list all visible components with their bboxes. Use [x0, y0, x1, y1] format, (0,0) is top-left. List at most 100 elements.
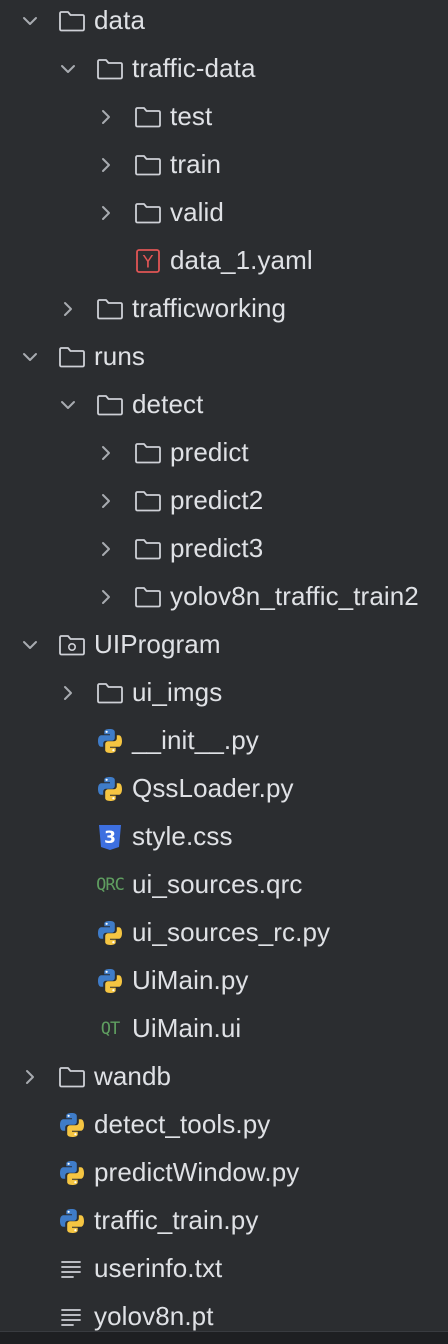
tree-row-folder[interactable]: runs: [0, 333, 448, 381]
chevron-right-icon[interactable]: [18, 1065, 42, 1089]
chevron-right-icon[interactable]: [94, 153, 118, 177]
tree-item-label: style.css: [132, 821, 233, 851]
python-file-icon: [57, 1111, 87, 1139]
tree-row-folder[interactable]: predict2: [0, 477, 448, 525]
folder-icon: [133, 199, 163, 227]
tree-item-label: data: [94, 5, 146, 35]
tree-row-folder[interactable]: predict3: [0, 525, 448, 573]
tree-row-folder[interactable]: test: [0, 93, 448, 141]
python-file-icon: [95, 727, 125, 755]
panel-bottom-edge: [0, 1331, 448, 1344]
folder-icon: [57, 7, 87, 35]
tree-row-folder[interactable]: detect: [0, 381, 448, 429]
chevron-down-icon[interactable]: [18, 633, 42, 657]
tree-item-label: UIProgram: [94, 629, 221, 659]
tree-item-label: yolov8n_traffic_train2: [170, 581, 419, 611]
tree-item-label: wandb: [94, 1061, 172, 1091]
tree-row-folder[interactable]: data: [0, 0, 448, 45]
tree-row-python[interactable]: traffic_train.py: [0, 1197, 448, 1245]
tree-row-qrc[interactable]: QRC ui_sources.qrc: [0, 861, 448, 909]
tree-row-yaml[interactable]: Ydata_1.yaml: [0, 237, 448, 285]
chevron-down-icon[interactable]: [18, 9, 42, 33]
tree-row-folder[interactable]: train: [0, 141, 448, 189]
css-file-icon: 3: [95, 823, 125, 851]
tree-row-package[interactable]: UIProgram: [0, 621, 448, 669]
tree-item-label: detect: [132, 389, 204, 419]
folder-icon: [95, 679, 125, 707]
folder-icon: [133, 439, 163, 467]
folder-icon: [133, 103, 163, 131]
svg-text:3: 3: [104, 828, 116, 848]
tree-row-python[interactable]: predictWindow.py: [0, 1149, 448, 1197]
yaml-file-icon: Y: [133, 247, 163, 275]
folder-icon: [133, 151, 163, 179]
chevron-right-icon[interactable]: [56, 681, 80, 705]
tree-item-label: predict2: [170, 485, 264, 515]
tree-row-qt[interactable]: QT UiMain.ui: [0, 1005, 448, 1053]
folder-icon: [57, 1063, 87, 1091]
python-file-icon: [57, 1159, 87, 1187]
python-file-icon: [95, 775, 125, 803]
folder-icon: [95, 55, 125, 83]
tree-item-label: predict3: [170, 533, 264, 563]
chevron-right-icon[interactable]: [94, 105, 118, 129]
chevron-right-icon[interactable]: [94, 201, 118, 225]
tree-row-text[interactable]: userinfo.txt: [0, 1245, 448, 1293]
tree-item-label: predict: [170, 437, 249, 467]
tree-row-folder[interactable]: yolov8n_traffic_train2: [0, 573, 448, 621]
text-file-icon: [57, 1303, 87, 1331]
chevron-right-icon[interactable]: [94, 537, 118, 561]
tree-item-label: UiMain.py: [132, 965, 249, 995]
chevron-right-icon[interactable]: [56, 297, 80, 321]
tree-row-python[interactable]: QssLoader.py: [0, 765, 448, 813]
tree-item-label: trafficworking: [132, 293, 287, 323]
chevron-down-icon[interactable]: [56, 393, 80, 417]
tree-item-label: data_1.yaml: [170, 245, 313, 275]
chevron-down-icon[interactable]: [56, 57, 80, 81]
tree-item-label: detect_tools.py: [94, 1109, 271, 1139]
python-file-icon: [95, 967, 125, 995]
tree-item-label: runs: [94, 341, 145, 371]
tree-item-label: valid: [170, 197, 224, 227]
tree-row-python[interactable]: ui_sources_rc.py: [0, 909, 448, 957]
tree-row-python[interactable]: UiMain.py: [0, 957, 448, 1005]
folder-icon: [133, 487, 163, 515]
chevron-down-icon[interactable]: [18, 345, 42, 369]
chevron-right-icon[interactable]: [94, 441, 118, 465]
folder-icon: [133, 583, 163, 611]
chevron-right-icon[interactable]: [94, 489, 118, 513]
qrc-file-icon: QRC: [96, 875, 125, 895]
folder-icon: [133, 535, 163, 563]
tree-item-label: train: [170, 149, 222, 179]
tree-row-python[interactable]: detect_tools.py: [0, 1101, 448, 1149]
folder-icon: [95, 391, 125, 419]
tree-row-folder[interactable]: valid: [0, 189, 448, 237]
tree-item-label: ui_sources.qrc: [132, 869, 303, 899]
tree-item-label: ui_sources_rc.py: [132, 917, 331, 947]
tree-item-label: predictWindow.py: [94, 1157, 300, 1187]
tree-item-label: UiMain.ui: [132, 1013, 242, 1043]
folder-icon: [95, 295, 125, 323]
python-file-icon: [57, 1207, 87, 1235]
tree-row-python[interactable]: __init__.py: [0, 717, 448, 765]
tree-item-label: userinfo.txt: [94, 1253, 223, 1283]
package-folder-icon: [57, 631, 87, 659]
tree-row-css[interactable]: 3 style.css: [0, 813, 448, 861]
tree-row-folder[interactable]: predict: [0, 429, 448, 477]
tree-item-label: traffic_train.py: [94, 1205, 259, 1235]
folder-icon: [57, 343, 87, 371]
tree-item-label: traffic-data: [132, 53, 256, 83]
text-file-icon: [57, 1255, 87, 1283]
tree-item-label: test: [170, 101, 213, 131]
tree-row-folder[interactable]: trafficworking: [0, 285, 448, 333]
tree-item-label: ui_imgs: [132, 677, 223, 707]
python-file-icon: [95, 919, 125, 947]
project-file-tree: data traffic-data test train valid Ydata_1.ya…: [0, 0, 448, 1344]
tree-item-label: QssLoader.py: [132, 773, 294, 803]
qt-ui-file-icon: QT: [100, 1019, 121, 1039]
tree-row-folder[interactable]: ui_imgs: [0, 669, 448, 717]
tree-row-folder[interactable]: traffic-data: [0, 45, 448, 93]
tree-item-label: __init__.py: [132, 725, 259, 755]
chevron-right-icon[interactable]: [94, 585, 118, 609]
tree-row-folder[interactable]: wandb: [0, 1053, 448, 1101]
